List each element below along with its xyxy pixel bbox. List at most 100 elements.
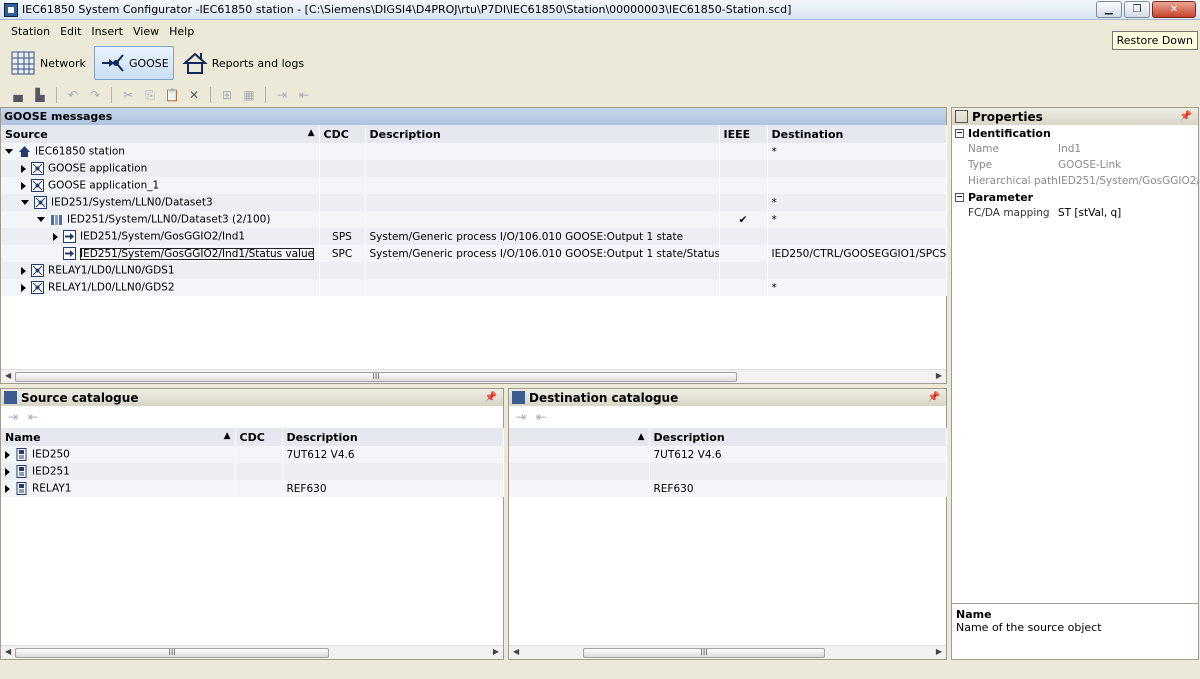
menu-edit[interactable]: Edit <box>55 22 86 42</box>
menu-help[interactable]: Help <box>164 22 199 42</box>
restore-button[interactable]: ❐ <box>1124 1 1150 18</box>
catalogue-row[interactable]: IED251 <box>1 463 504 480</box>
goose-row[interactable]: GOOSE application_1 <box>1 177 947 194</box>
catalogue-row[interactable]: IED250 7UT612 V4.6 <box>1 446 504 463</box>
property-value[interactable]: IED251/System/GosGGIO2/Ind1 <box>1058 175 1198 187</box>
reports-button[interactable]: Reports and logs <box>178 46 308 80</box>
expand-arrow-icon[interactable] <box>21 283 26 292</box>
ieee-checkbox[interactable]: ✔ <box>719 211 768 228</box>
ieee-checkbox[interactable] <box>719 228 768 245</box>
column-header-source[interactable]: Source ▲ <box>1 125 320 143</box>
expand-arrow-icon[interactable] <box>5 484 10 493</box>
column-header-description[interactable]: Description <box>649 428 947 446</box>
source-cell[interactable]: GOOSE application <box>1 160 320 177</box>
scrollbar-thumb[interactable]: III <box>15 648 329 658</box>
scrollbar-thumb[interactable]: III <box>583 648 825 658</box>
destination-horizontal-scrollbar[interactable]: ◀ III ▶ <box>509 645 946 659</box>
cut-icon[interactable]: ✂ <box>120 87 136 103</box>
goose-row[interactable]: RELAY1/LD0/LLN0/GDS2 * <box>1 279 947 296</box>
expand-arrow-icon[interactable] <box>53 232 58 241</box>
scroll-right-arrow[interactable]: ▶ <box>936 371 942 380</box>
disconnect-icon[interactable]: ⇤ <box>296 87 312 103</box>
ieee-checkbox[interactable] <box>719 262 768 279</box>
disconnect-icon[interactable]: ⇤ <box>533 409 549 425</box>
source-horizontal-scrollbar[interactable]: ◀ III ▶ <box>1 645 503 659</box>
column-header-ieee[interactable]: IEEE <box>719 125 768 143</box>
paste-icon[interactable]: 📋 <box>164 87 180 103</box>
property-category[interactable]: − Parameter <box>952 189 1198 205</box>
property-value[interactable]: Ind1 <box>1058 143 1198 155</box>
ieee-checkbox[interactable] <box>719 194 768 211</box>
destination-cell[interactable]: * <box>767 211 947 228</box>
source-cell[interactable]: RELAY1/LD0/LLN0/GDS1 <box>1 262 320 279</box>
expand-arrow-icon[interactable] <box>21 181 26 190</box>
name-cell[interactable] <box>509 446 650 463</box>
catalogue-row[interactable]: REF630 <box>509 480 947 497</box>
column-header-name[interactable]: Name ▲ <box>1 428 236 446</box>
disconnect-icon[interactable]: ⇤ <box>25 409 41 425</box>
menu-station[interactable]: Station <box>6 22 55 42</box>
connect-icon[interactable]: ⇥ <box>5 409 21 425</box>
pin-icon[interactable]: 📌 <box>928 392 940 403</box>
name-cell[interactable]: RELAY1 <box>1 480 236 497</box>
save-icon[interactable]: ▄ <box>10 87 26 103</box>
destination-cell[interactable] <box>767 160 947 177</box>
name-cell[interactable]: IED250 <box>1 446 236 463</box>
source-cell[interactable]: IEC61850 station <box>1 143 320 160</box>
goose-row[interactable]: IED251/System/LLN0/Dataset3 (2/100) ✔ * <box>1 211 947 228</box>
property-row[interactable]: FC/DA mapping ST [stVal, q] <box>952 205 1198 221</box>
column-header-destination[interactable]: Destination <box>767 125 947 143</box>
scroll-right-arrow[interactable]: ▶ <box>493 647 499 656</box>
redo-icon[interactable]: ↷ <box>87 87 103 103</box>
column-header-cdc[interactable]: CDC <box>319 125 366 143</box>
ieee-checkbox[interactable] <box>719 143 768 160</box>
catalogue-row[interactable]: RELAY1 REF630 <box>1 480 504 497</box>
source-cell[interactable]: GOOSE application_1 <box>1 177 320 194</box>
goose-button[interactable]: GOOSE <box>93 46 174 80</box>
scroll-right-arrow[interactable]: ▶ <box>936 647 942 656</box>
network-button[interactable]: Network <box>6 46 90 80</box>
menu-view[interactable]: View <box>128 22 164 42</box>
source-cell[interactable]: IED251/System/GosGGIO2/Ind1 <box>1 228 320 245</box>
goose-app-icon[interactable]: ⊞ <box>219 87 235 103</box>
destination-cell[interactable]: IED250/CTRL/GOOSEGGIO1/SPCSO1 <box>767 245 947 262</box>
name-cell[interactable] <box>509 480 650 497</box>
ieee-checkbox[interactable] <box>719 177 768 194</box>
goose-row[interactable]: RELAY1/LD0/LLN0/GDS1 <box>1 262 947 279</box>
goose-row[interactable]: GOOSE application <box>1 160 947 177</box>
ieee-checkbox[interactable] <box>719 160 768 177</box>
goose-horizontal-scrollbar[interactable]: ◀ III ▶ <box>1 369 946 383</box>
scroll-left-arrow[interactable]: ◀ <box>5 371 11 380</box>
connect-icon[interactable]: ⇥ <box>513 409 529 425</box>
name-cell[interactable]: IED251 <box>1 463 236 480</box>
source-cell[interactable]: RELAY1/LD0/LLN0/GDS2 <box>1 279 320 296</box>
auto-icon[interactable]: ▦ <box>241 87 257 103</box>
source-cell[interactable]: IED251/System/LLN0/Dataset3 (2/100) <box>1 211 320 228</box>
goose-row[interactable]: IED251/System/GosGGIO2/Ind1/Status value… <box>1 245 947 262</box>
minimize-button[interactable]: ▁ <box>1096 1 1122 18</box>
property-category[interactable]: − Identification <box>952 125 1198 141</box>
source-cell[interactable]: IED251/System/LLN0/Dataset3 <box>1 194 320 211</box>
copy-icon[interactable]: ⎘ <box>142 87 158 103</box>
delete-icon[interactable]: ✕ <box>186 87 202 103</box>
column-header-name[interactable]: ▲ <box>509 428 650 446</box>
pin-icon[interactable]: 📌 <box>1180 111 1192 122</box>
pin-icon[interactable]: 📌 <box>485 392 497 403</box>
scroll-left-arrow[interactable]: ◀ <box>513 647 519 656</box>
menu-insert[interactable]: Insert <box>86 22 128 42</box>
expand-arrow-icon[interactable] <box>5 467 10 476</box>
undo-icon[interactable]: ↶ <box>65 87 81 103</box>
close-button[interactable]: ✕ <box>1152 1 1196 18</box>
ieee-checkbox[interactable] <box>719 279 768 296</box>
scroll-left-arrow[interactable]: ◀ <box>5 647 11 656</box>
collapse-arrow-icon[interactable] <box>5 149 13 154</box>
collapse-arrow-icon[interactable] <box>37 217 45 222</box>
connect-icon[interactable]: ⇥ <box>274 87 290 103</box>
goose-row[interactable]: IED251/System/GosGGIO2/Ind1 SPS System/Gen… <box>1 228 947 245</box>
property-row[interactable]: Name Ind1 <box>952 141 1198 157</box>
goose-row[interactable]: IEC61850 station * <box>1 143 947 160</box>
column-header-description[interactable]: Description <box>365 125 720 143</box>
collapse-icon[interactable]: − <box>955 192 964 202</box>
source-cell[interactable]: IED251/System/GosGGIO2/Ind1/Status value <box>1 245 320 262</box>
property-value[interactable]: GOOSE-Link <box>1058 159 1198 171</box>
